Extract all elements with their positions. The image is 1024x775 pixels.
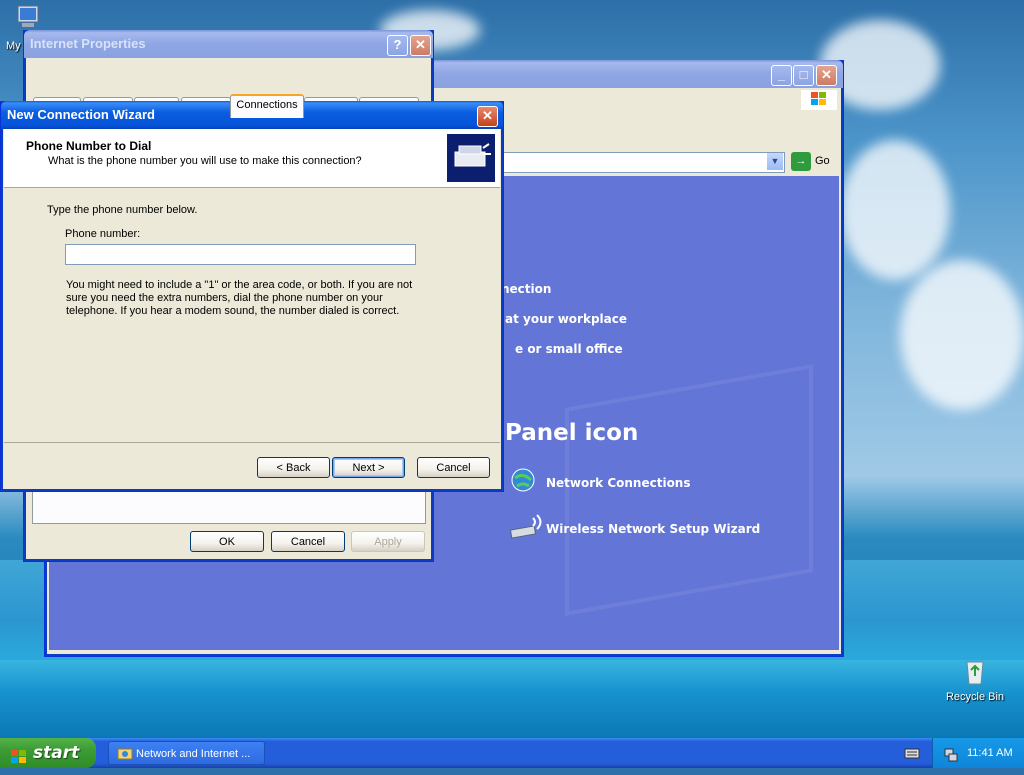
taskbar-item-label: Network and Internet ... — [136, 748, 251, 760]
wizard-header-title: Phone Number to Dial — [26, 139, 152, 153]
cancel-button[interactable]: Cancel — [417, 457, 490, 478]
minimize-button[interactable]: _ — [771, 65, 792, 86]
ok-button[interactable]: OK — [190, 531, 264, 552]
internet-properties-title: Internet Properties — [30, 36, 146, 51]
wizard-header: Phone Number to Dial What is the phone n… — [4, 129, 500, 188]
phone-number-label: Phone number: — [65, 228, 141, 240]
control-panel-heading: Panel icon — [505, 420, 639, 446]
desktop-sea — [0, 660, 1024, 738]
network-connections-link[interactable]: Network Connections — [546, 476, 691, 490]
windows-logo-icon — [801, 90, 837, 110]
start-label: start — [33, 743, 80, 763]
network-folder-icon — [117, 746, 133, 771]
address-input[interactable] — [487, 152, 785, 173]
close-button[interactable]: ✕ — [410, 35, 431, 56]
back-button[interactable]: < Back — [257, 457, 330, 478]
wizard-title: New Connection Wizard — [7, 107, 155, 122]
internet-properties-titlebar[interactable]: Internet Properties — [24, 30, 433, 58]
new-connection-wizard-dialog: New Connection Wizard ✕ Phone Number to … — [0, 101, 504, 492]
cancel-button[interactable]: Cancel — [271, 531, 345, 552]
phone-modem-icon — [447, 134, 495, 182]
close-button[interactable]: ✕ — [816, 65, 837, 86]
my-computer-label: My — [6, 40, 21, 52]
taskbar-item-network[interactable]: Network and Internet ... — [108, 741, 265, 765]
next-button[interactable]: Next > — [332, 457, 405, 478]
desktop-cloud — [900, 260, 1024, 410]
network-tray-icon[interactable] — [943, 745, 959, 775]
desktop-cloud — [840, 140, 950, 280]
wireless-wizard-link[interactable]: Wireless Network Setup Wizard — [546, 522, 760, 536]
tab-connections[interactable]: Connections — [230, 94, 304, 118]
maximize-button[interactable]: □ — [793, 65, 814, 86]
taskbar: start Network and Internet ... 11:41 AM — [0, 738, 1024, 768]
wireless-wizard-icon — [509, 512, 543, 545]
go-button-label[interactable]: Go — [815, 155, 830, 167]
apply-button[interactable]: Apply — [351, 531, 425, 552]
connection-option-2[interactable]: at your workplace — [505, 312, 627, 326]
phone-number-input[interactable] — [65, 244, 416, 265]
globe-network-icon — [509, 466, 539, 499]
wizard-hint-text: You might need to include a "1" or the a… — [66, 279, 413, 317]
close-button[interactable]: ✕ — [477, 106, 498, 127]
address-dropdown-button[interactable]: ▼ — [767, 153, 783, 170]
wizard-header-subtitle: What is the phone number you will use to… — [48, 155, 362, 167]
wizard-divider — [4, 442, 500, 443]
connection-option-3[interactable]: e or small office — [515, 342, 623, 356]
recycle-bin-label: Recycle Bin — [945, 691, 1005, 703]
go-arrow-icon[interactable]: → — [791, 152, 811, 171]
clock[interactable]: 11:41 AM — [967, 738, 1013, 768]
connection-option-1[interactable]: nection — [501, 282, 551, 296]
recycle-bin-desktop-icon[interactable]: Recycle Bin — [944, 656, 1006, 703]
keyboard-icon[interactable] — [904, 745, 920, 761]
start-button[interactable]: start — [0, 738, 96, 768]
wizard-instruction: Type the phone number below. — [47, 204, 198, 216]
help-button[interactable]: ? — [387, 35, 408, 56]
recycle-bin-icon — [966, 661, 984, 685]
windows-flag-icon — [10, 745, 28, 775]
system-tray: 11:41 AM — [932, 738, 1024, 768]
